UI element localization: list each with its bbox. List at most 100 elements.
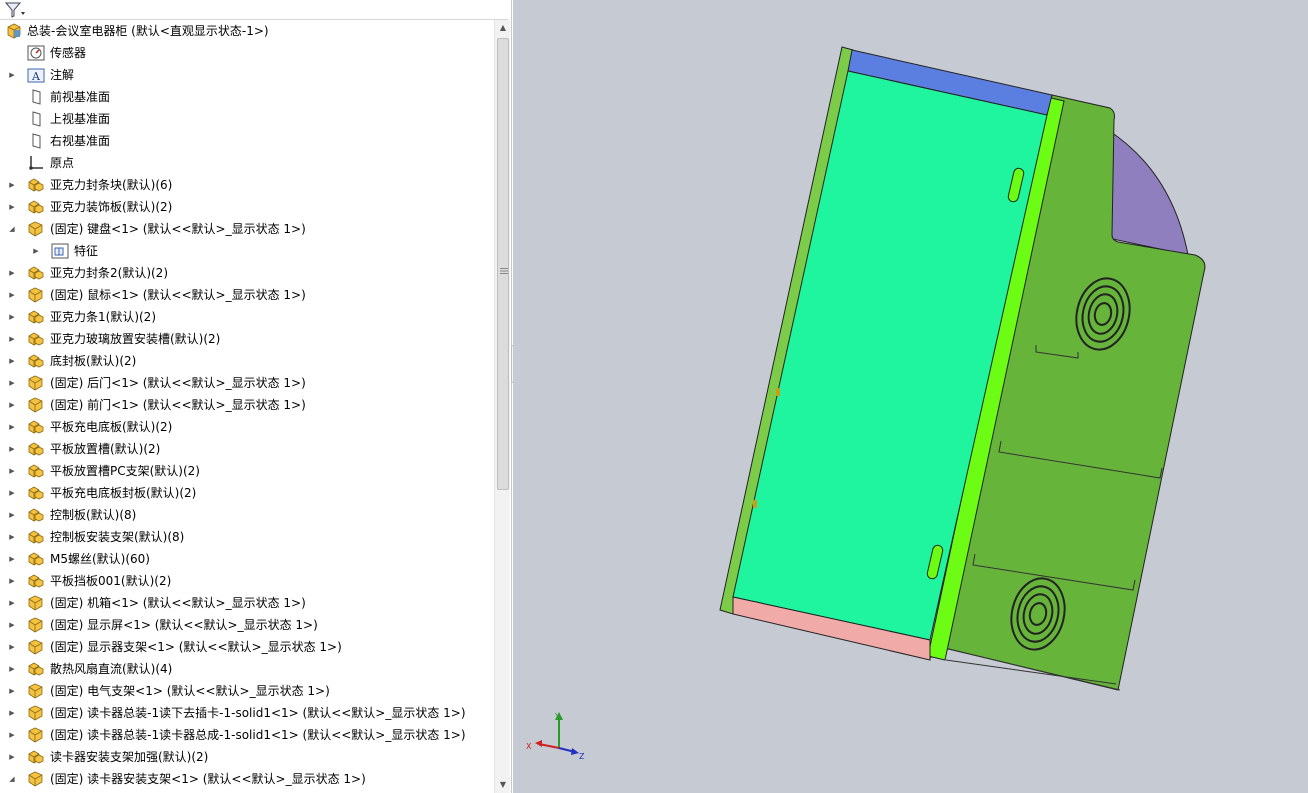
collapsed-arrow-icon[interactable]: ▶ — [6, 262, 18, 284]
tree-item[interactable]: 右视基准面 — [0, 130, 494, 152]
tree-item[interactable]: 原点 — [0, 152, 494, 174]
tree-item-label: 亚克力装饰板(默认)(2) — [50, 200, 173, 214]
part-icon — [27, 287, 45, 303]
part-icon — [27, 771, 45, 787]
tree-item[interactable]: ▶ 平板充电底板封板(默认)(2) — [0, 482, 494, 504]
tree-item[interactable]: 传感器 — [0, 42, 494, 64]
tree-item[interactable]: ▶ (固定) 显示屏<1> (默认<<默认>_显示状态 1>) — [0, 614, 494, 636]
tree-item-label: (固定) 读卡器安装支架<1> (默认<<默认>_显示状态 1>) — [50, 772, 366, 786]
collapsed-arrow-icon[interactable]: ▶ — [6, 174, 18, 196]
collapsed-arrow-icon[interactable]: ▶ — [6, 614, 18, 636]
frame-mark-1 — [776, 388, 780, 396]
scroll-down-arrow-icon[interactable]: ▼ — [495, 777, 511, 793]
tree-item[interactable]: ▶ 控制板安装支架(默认)(8) — [0, 526, 494, 548]
triad-x-label: X — [526, 742, 532, 751]
tree-item-label: (固定) 显示屏<1> (默认<<默认>_显示状态 1>) — [50, 618, 318, 632]
tree-item[interactable]: ▶ 底封板(默认)(2) — [0, 350, 494, 372]
filter-icon — [4, 2, 25, 18]
collapsed-arrow-icon[interactable]: ▶ — [6, 438, 18, 460]
collapsed-arrow-icon[interactable]: ▶ — [6, 64, 18, 86]
tree-item[interactable]: ▶ 读卡器安装支架加强(默认)(2) — [0, 746, 494, 768]
collapsed-arrow-icon[interactable]: ▶ — [30, 240, 42, 262]
tree-root-assembly[interactable]: 总装-会议室电器柜 (默认<直观显示状态-1>) — [0, 20, 494, 42]
collapsed-arrow-icon[interactable]: ▶ — [6, 482, 18, 504]
subassembly-icon — [27, 485, 45, 501]
feature-manager-panel: 总装-会议室电器柜 (默认<直观显示状态-1>) 传感器 ▶ A 注解 前视基准面 上视基… — [0, 0, 512, 793]
tree-item[interactable]: ▶ 亚克力封条块(默认)(6) — [0, 174, 494, 196]
subassembly-icon — [27, 749, 45, 765]
tree-item[interactable]: ◢ (固定) 键盘<1> (默认<<默认>_显示状态 1>) — [0, 218, 494, 240]
collapsed-arrow-icon[interactable]: ▶ — [6, 592, 18, 614]
tree-item-label: (固定) 键盘<1> (默认<<默认>_显示状态 1>) — [50, 222, 306, 236]
tree-scrollbar[interactable]: ▲ ▼ — [494, 20, 510, 793]
tree-item-label: (固定) 机箱<1> (默认<<默认>_显示状态 1>) — [50, 596, 306, 610]
tree-item[interactable]: ▶ (固定) 机箱<1> (默认<<默认>_显示状态 1>) — [0, 592, 494, 614]
tree-item[interactable]: ▶ 平板放置槽(默认)(2) — [0, 438, 494, 460]
tree-item[interactable]: ▶ 亚克力封条2(默认)(2) — [0, 262, 494, 284]
collapsed-arrow-icon[interactable]: ▶ — [6, 526, 18, 548]
tree-item-label: 平板挡板001(默认)(2) — [50, 574, 172, 588]
tree-item-label: 平板充电底板封板(默认)(2) — [50, 486, 197, 500]
tree-item[interactable]: ▶ (固定) 鼠标<1> (默认<<默认>_显示状态 1>) — [0, 284, 494, 306]
collapsed-arrow-icon[interactable]: ▶ — [6, 394, 18, 416]
tree-item-label: (固定) 前门<1> (默认<<默认>_显示状态 1>) — [50, 398, 306, 412]
collapsed-arrow-icon[interactable]: ▶ — [6, 372, 18, 394]
tree-item[interactable]: ▶ 散热风扇直流(默认)(4) — [0, 658, 494, 680]
subassembly-icon — [27, 463, 45, 479]
scroll-thumb[interactable] — [497, 38, 509, 490]
tree-item[interactable]: ▶ (固定) 显示器支架<1> (默认<<默认>_显示状态 1>) — [0, 636, 494, 658]
tree-item[interactable]: 上视基准面 — [0, 108, 494, 130]
collapsed-arrow-icon[interactable]: ▶ — [6, 416, 18, 438]
part-icon — [27, 397, 45, 413]
subassembly-icon — [27, 573, 45, 589]
scroll-up-arrow-icon[interactable]: ▲ — [495, 20, 511, 36]
collapsed-arrow-icon[interactable]: ▶ — [6, 548, 18, 570]
cabinet-model[interactable] — [513, 0, 1308, 793]
tree-item[interactable]: ▶ (固定) 前门<1> (默认<<默认>_显示状态 1>) — [0, 394, 494, 416]
subassembly-icon — [27, 331, 45, 347]
tree-item[interactable]: ▶ 亚克力玻璃放置安装槽(默认)(2) — [0, 328, 494, 350]
collapsed-arrow-icon[interactable]: ▶ — [6, 196, 18, 218]
tree-item-label: 散热风扇直流(默认)(4) — [50, 662, 173, 676]
collapsed-arrow-icon[interactable]: ▶ — [6, 306, 18, 328]
tree-item[interactable]: ▶ (固定) 读卡器总装-1读下去插卡-1-solid1<1> (默认<<默认>_… — [0, 702, 494, 724]
collapsed-arrow-icon[interactable]: ▶ — [6, 746, 18, 768]
tree-item[interactable]: ▶ A 注解 — [0, 64, 494, 86]
subassembly-icon — [27, 529, 45, 545]
part-icon — [27, 375, 45, 391]
tree-item[interactable]: ▶ (固定) 后门<1> (默认<<默认>_显示状态 1>) — [0, 372, 494, 394]
collapsed-arrow-icon[interactable]: ▶ — [6, 702, 18, 724]
tree-item[interactable]: ◢ (固定) 读卡器安装支架<1> (默认<<默认>_显示状态 1>) — [0, 768, 494, 790]
collapsed-arrow-icon[interactable]: ▶ — [6, 460, 18, 482]
tree-item[interactable]: ▶ (固定) 电气支架<1> (默认<<默认>_显示状态 1>) — [0, 680, 494, 702]
collapsed-arrow-icon[interactable]: ▶ — [6, 350, 18, 372]
tree-item[interactable]: 前视基准面 — [0, 86, 494, 108]
collapsed-arrow-icon[interactable]: ▶ — [6, 328, 18, 350]
tree-item[interactable]: ▶ 平板挡板001(默认)(2) — [0, 570, 494, 592]
tree-item[interactable]: ▶ 亚克力装饰板(默认)(2) — [0, 196, 494, 218]
sensor-icon — [27, 45, 45, 61]
tree-item[interactable]: ▶ (固定) 读卡器总装-1读卡器总成-1-solid1<1> (默认<<默认>_… — [0, 724, 494, 746]
collapsed-arrow-icon[interactable]: ▶ — [6, 724, 18, 746]
tree-item[interactable]: ▶ 平板充电底板(默认)(2) — [0, 416, 494, 438]
plane-icon — [27, 133, 45, 149]
collapsed-arrow-icon[interactable]: ▶ — [6, 570, 18, 592]
tree-item-label: 平板放置槽PC支架(默认)(2) — [50, 464, 200, 478]
collapsed-arrow-icon[interactable]: ▶ — [6, 636, 18, 658]
annotation-icon: A — [27, 67, 45, 83]
tree-item[interactable]: ▶ 控制板(默认)(8) — [0, 504, 494, 526]
tree-item-label: (固定) 读卡器总装-1读下去插卡-1-solid1<1> (默认<<默认>_显… — [50, 706, 466, 720]
tree-item[interactable]: ▶ M5螺丝(默认)(60) — [0, 548, 494, 570]
collapsed-arrow-icon[interactable]: ▶ — [6, 658, 18, 680]
collapsed-arrow-icon[interactable]: ▶ — [6, 504, 18, 526]
tree-item[interactable]: ▶ 特征 — [0, 240, 494, 262]
filter-button[interactable] — [4, 0, 30, 19]
part-icon — [27, 683, 45, 699]
graphics-viewport[interactable]: Y X Z — [513, 0, 1308, 793]
expanded-arrow-icon[interactable]: ◢ — [6, 768, 18, 790]
expanded-arrow-icon[interactable]: ◢ — [6, 218, 18, 240]
collapsed-arrow-icon[interactable]: ▶ — [6, 680, 18, 702]
tree-item[interactable]: ▶ 亚克力条1(默认)(2) — [0, 306, 494, 328]
tree-item[interactable]: ▶ 平板放置槽PC支架(默认)(2) — [0, 460, 494, 482]
collapsed-arrow-icon[interactable]: ▶ — [6, 284, 18, 306]
